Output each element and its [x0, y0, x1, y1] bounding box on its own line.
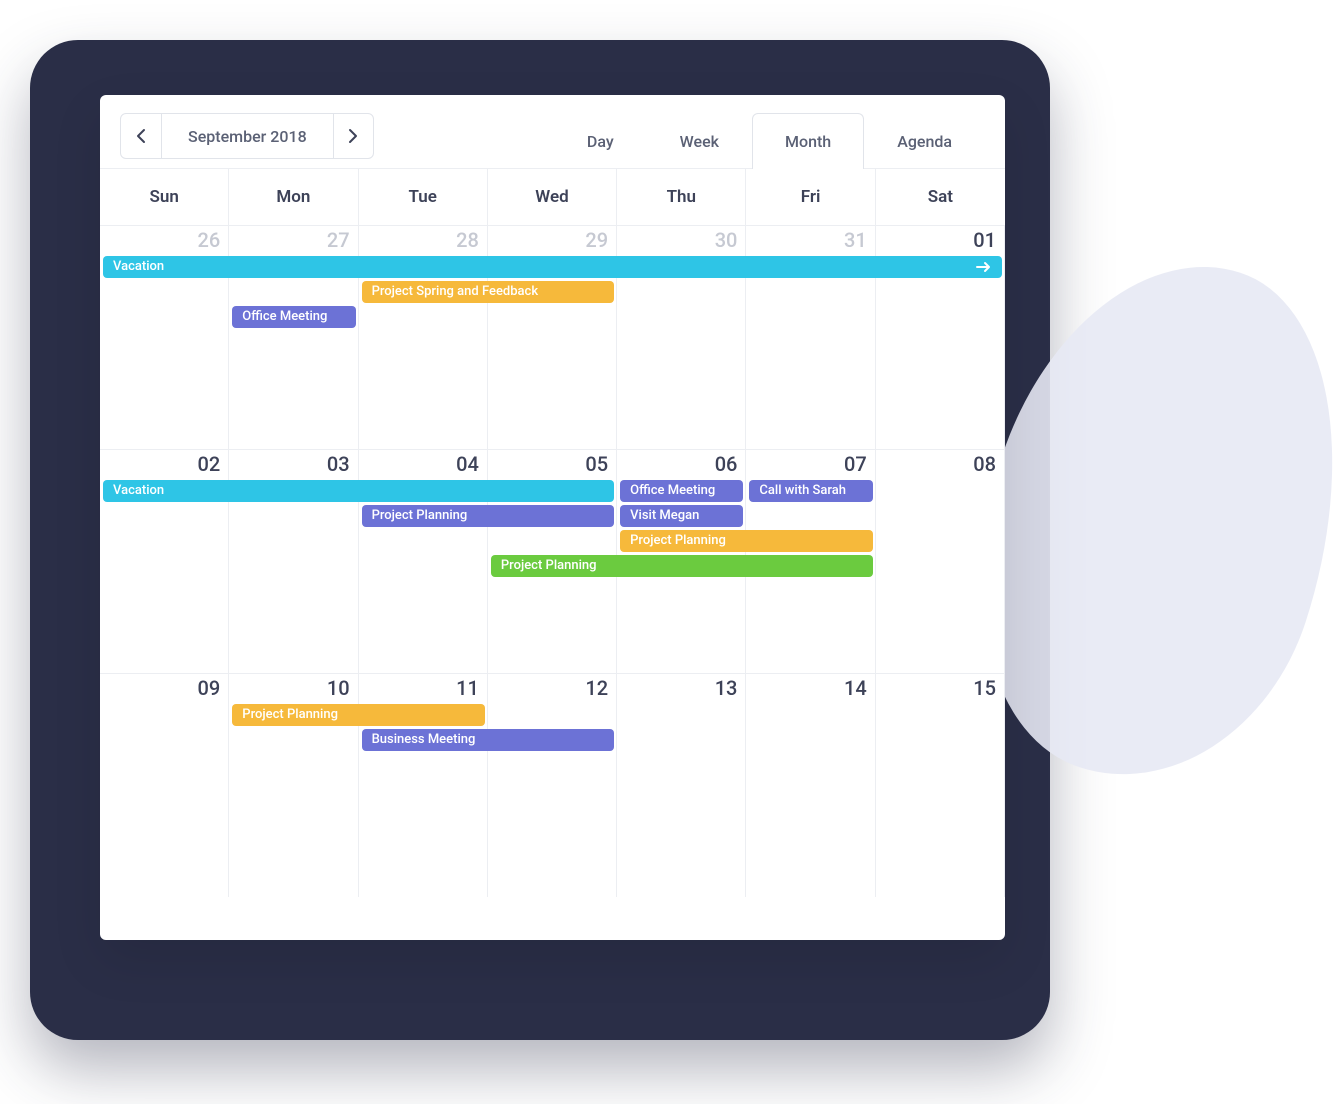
day-cell[interactable]: 14 [746, 674, 875, 897]
weeks-container: 26 27 28 29 30 31 01 Vacation Project Spring and… [100, 225, 1005, 897]
day-number: 13 [715, 676, 738, 700]
calendar-event[interactable]: Project Planning [232, 704, 485, 726]
day-number: 11 [456, 676, 479, 700]
view-tab-month[interactable]: Month [752, 113, 864, 169]
chevron-right-icon [348, 128, 358, 144]
calendar-event[interactable]: Office Meeting [232, 306, 355, 328]
weekday-header: Sat [876, 169, 1005, 225]
day-number: 26 [198, 228, 221, 252]
current-period-label[interactable]: September 2018 [161, 114, 333, 158]
event-label: Project Planning [501, 555, 597, 577]
event-label: Vacation [113, 256, 164, 278]
week-row: 09 10 11 12 13 14 15 Project Planning Business M… [100, 673, 1005, 897]
view-tab-day[interactable]: Day [554, 113, 647, 169]
weekday-header: Mon [229, 169, 358, 225]
calendar-event[interactable]: Project Planning [362, 505, 615, 527]
event-label: Project Planning [372, 505, 468, 527]
event-label: Vacation [113, 480, 164, 502]
day-number: 08 [973, 452, 996, 476]
calendar-event[interactable]: Project Planning [620, 530, 873, 552]
day-cell[interactable]: 08 [876, 450, 1005, 673]
event-label: Project Planning [242, 704, 338, 726]
date-nav-group: September 2018 [120, 113, 374, 159]
calendar-toolbar: September 2018 Day Week Month Agenda [100, 95, 1005, 169]
calendar-event[interactable]: Business Meeting [362, 729, 615, 751]
weekday-header-row: Sun Mon Tue Wed Thu Fri Sat [100, 169, 1005, 225]
day-number: 05 [585, 452, 608, 476]
day-number: 29 [585, 228, 608, 252]
day-number: 01 [973, 228, 996, 252]
day-number: 27 [327, 228, 350, 252]
calendar-event[interactable]: Vacation [103, 480, 614, 502]
day-number: 07 [844, 452, 867, 476]
weekday-header: Sun [100, 169, 229, 225]
calendar-event[interactable]: Office Meeting [620, 480, 743, 502]
next-button[interactable] [333, 114, 373, 158]
day-cell[interactable]: 09 [100, 674, 229, 897]
calendar-event[interactable]: Visit Megan [620, 505, 743, 527]
day-number: 04 [456, 452, 479, 476]
day-number: 15 [973, 676, 996, 700]
event-label: Office Meeting [630, 480, 715, 502]
day-number: 14 [844, 676, 867, 700]
calendar-event[interactable]: Vacation [103, 256, 1002, 278]
calendar-card: September 2018 Day Week Month Agenda Sun… [100, 95, 1005, 940]
arrow-right-icon [976, 261, 992, 273]
day-cell[interactable]: 12 [488, 674, 617, 897]
weekday-header: Tue [359, 169, 488, 225]
event-label: Project Spring and Feedback [372, 281, 539, 303]
day-number: 31 [844, 228, 867, 252]
weekday-header: Wed [488, 169, 617, 225]
week-row: 02 03 04 05 06 07 08 Vacation Office Meeting Call… [100, 449, 1005, 673]
day-number: 28 [456, 228, 479, 252]
calendar-event[interactable]: Project Spring and Feedback [362, 281, 615, 303]
view-switcher: Day Week Month Agenda [554, 113, 985, 169]
calendar-grid: Sun Mon Tue Wed Thu Fri Sat 26 27 28 29 30 31… [100, 169, 1005, 897]
view-tab-week[interactable]: Week [647, 113, 752, 169]
event-label: Call with Sarah [759, 480, 846, 502]
day-number: 10 [327, 676, 350, 700]
day-number: 06 [715, 452, 738, 476]
prev-button[interactable] [121, 114, 161, 158]
weekday-header: Thu [617, 169, 746, 225]
calendar-event[interactable]: Call with Sarah [749, 480, 872, 502]
day-number: 02 [198, 452, 221, 476]
chevron-left-icon [136, 128, 146, 144]
event-label: Office Meeting [242, 306, 327, 328]
day-number: 03 [327, 452, 350, 476]
day-number: 09 [198, 676, 221, 700]
week-row: 26 27 28 29 30 31 01 Vacation Project Spring and… [100, 225, 1005, 449]
day-cell[interactable]: 15 [876, 674, 1005, 897]
day-number: 30 [715, 228, 738, 252]
event-label: Project Planning [630, 530, 726, 552]
event-label: Business Meeting [372, 729, 476, 751]
event-label: Visit Megan [630, 505, 699, 527]
day-cell[interactable]: 13 [617, 674, 746, 897]
view-tab-agenda[interactable]: Agenda [864, 113, 985, 169]
weekday-header: Fri [746, 169, 875, 225]
day-number: 12 [585, 676, 608, 700]
calendar-event[interactable]: Project Planning [491, 555, 873, 577]
